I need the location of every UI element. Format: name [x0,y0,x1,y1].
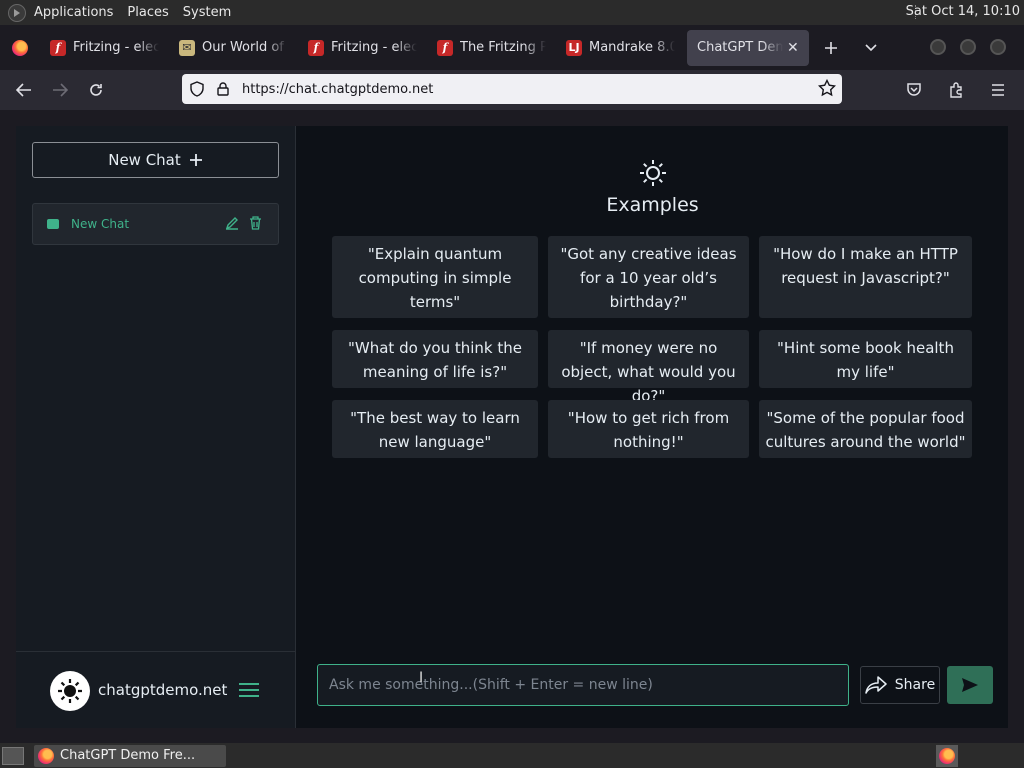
trash-icon[interactable] [249,216,262,230]
send-icon [962,678,978,692]
app-menu-button[interactable] [980,74,1016,106]
chat-item-label: New Chat [71,217,130,231]
back-button[interactable] [6,74,42,106]
bookmark-star-icon[interactable] [818,78,836,101]
tab-label: Fritzing - elect [331,40,417,55]
lock-icon[interactable] [212,82,234,96]
close-tab-icon[interactable]: ✕ [787,40,799,56]
example-card[interactable]: "How do I make an HTTP request in Javasc… [759,236,972,318]
example-card[interactable]: "The best way to learn new language" [332,400,538,458]
applications-menu[interactable]: Applications [34,5,113,20]
edit-icon[interactable] [225,216,239,230]
world-icon: ✉ [179,39,195,56]
sidebar-footer: chatgptdemo.net [16,651,296,728]
tab-our-world[interactable]: ✉ Our World of T [169,30,298,66]
chat-item-actions [225,216,262,230]
fritzing-icon: f [50,39,66,56]
example-card[interactable]: "If money were no object, what would you… [548,330,749,405]
tray-firefox-icon[interactable] [936,745,958,767]
shield-icon[interactable] [182,81,212,97]
sidebar-menu-icon[interactable] [239,683,259,701]
browser-nav-bar: https://chat.chatgptdemo.net [0,70,1024,110]
tab-fritzing-1[interactable]: f Fritzing - elect [40,30,169,66]
system-logo-icon[interactable] [8,3,26,22]
show-desktop-button[interactable] [2,746,24,765]
tab-chatgpt-demo[interactable]: ChatGPT Demo ✕ [687,29,809,66]
fritzing-icon: f [437,39,453,56]
lj-icon: LJ [566,39,582,56]
chat-input[interactable]: Ask me something...(Shift + Enter = new … [317,664,849,706]
sidebar: New Chat New Chat chatgptdemo.net [16,126,296,728]
new-tab-button[interactable] [811,30,851,66]
system-menu[interactable]: System [183,5,231,20]
share-button[interactable]: Share [860,666,940,704]
firefox-view-button[interactable] [0,30,40,66]
example-card[interactable]: "What do you think the meaning of life i… [332,330,538,388]
plus-icon [189,154,202,166]
firefox-icon [939,748,955,764]
chat-input-placeholder: Ask me something...(Shift + Enter = new … [329,677,653,693]
tab-label: Mandrake 8.0 ( [589,40,675,55]
clock[interactable]: Sat Oct 14, 10:10 [906,4,1020,19]
chat-list-item[interactable]: New Chat [32,203,279,245]
system-top-panel: Applications Places System Sat Oct 14, 1… [0,0,1024,25]
tab-label: ChatGPT Demo [697,40,783,55]
close-window-button[interactable] [990,39,1006,55]
taskbar-window-label: ChatGPT Demo Fre... [60,748,196,763]
example-card[interactable]: "Got any creative ideas for a 10 year ol… [548,236,749,318]
example-card[interactable]: "How to get rich from nothing!" [548,400,749,458]
browser-tab-strip: f Fritzing - elect ✉ Our World of T f Fr… [0,25,1024,70]
text-cursor-icon: I [419,670,424,686]
tab-label: The Fritzing P [460,40,546,55]
tab-fritzing-3[interactable]: f The Fritzing P [427,30,556,66]
url-text[interactable]: https://chat.chatgptdemo.net [242,82,433,97]
new-chat-label: New Chat [108,151,181,169]
pocket-button[interactable] [896,74,932,106]
tab-fritzing-2[interactable]: f Fritzing - elect [298,30,427,66]
share-label: Share [894,677,936,693]
extensions-button[interactable] [938,74,974,106]
examples-heading: Examples [606,194,699,216]
firefox-icon [38,747,54,764]
firefox-icon [12,39,28,56]
tab-label: Our World of T [202,40,288,55]
page-content: New Chat New Chat chatgptdemo.net Exampl… [16,126,1008,728]
sun-icon [639,159,667,191]
tab-label: Fritzing - elect [73,40,159,55]
places-menu[interactable]: Places [127,5,168,20]
site-name: chatgptdemo.net [98,681,228,699]
example-card[interactable]: "Some of the popular food cultures aroun… [759,400,972,458]
fritzing-icon: f [308,39,324,56]
url-bar[interactable]: https://chat.chatgptdemo.net [182,74,842,104]
send-button[interactable] [947,666,993,704]
tab-mandrake[interactable]: LJ Mandrake 8.0 ( [556,30,685,66]
system-taskbar: ChatGPT Demo Fre... [0,743,1024,768]
example-card[interactable]: "Hint some book health my life" [759,330,972,388]
new-chat-button[interactable]: New Chat [32,142,279,178]
toolbar-right [896,74,1016,106]
chat-main: Examples "Explain quantum computing in s… [297,126,1008,728]
reload-button[interactable] [78,74,114,106]
chat-bubble-icon [47,219,59,229]
forward-button[interactable] [42,74,78,106]
maximize-button[interactable] [960,39,976,55]
taskbar-window-item[interactable]: ChatGPT Demo Fre... [34,744,226,767]
site-logo-icon [50,671,90,711]
window-controls [930,39,1006,55]
example-card[interactable]: "Explain quantum computing in simple ter… [332,236,538,318]
list-tabs-button[interactable] [851,30,891,66]
minimize-button[interactable] [930,39,946,55]
share-icon [865,676,887,694]
